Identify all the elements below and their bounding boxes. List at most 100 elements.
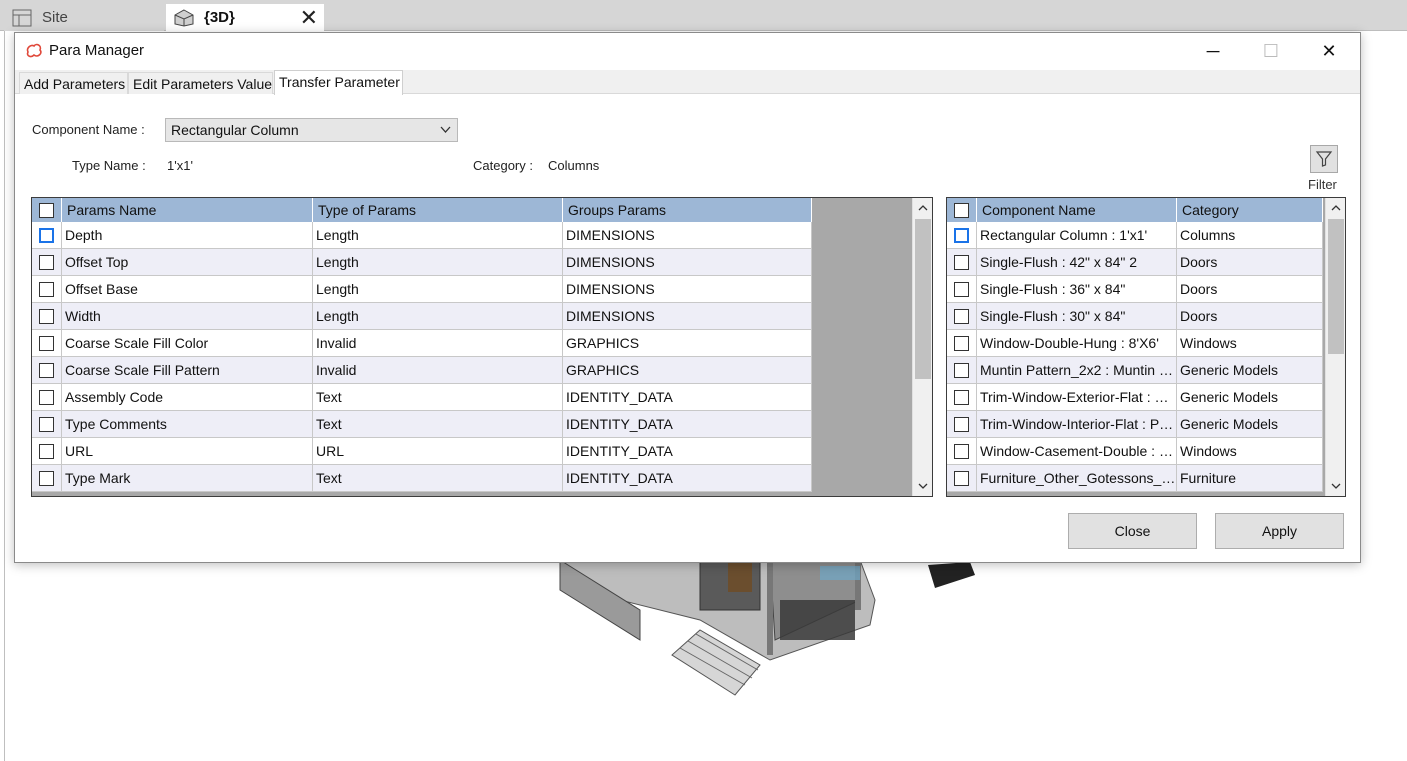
table-row[interactable]: Type Comments Text IDENTITY_DATA xyxy=(32,411,812,438)
close-button[interactable]: Close xyxy=(1068,513,1197,549)
row-checkbox[interactable] xyxy=(39,227,54,243)
category-value: Columns xyxy=(548,158,600,173)
column-header-type-of-params[interactable]: Type of Params xyxy=(313,198,563,222)
table-cell: Text xyxy=(313,411,563,437)
minimize-button[interactable]: ─ xyxy=(1185,35,1241,67)
row-checkbox-cell xyxy=(32,384,62,410)
row-checkbox[interactable] xyxy=(954,389,969,405)
type-name-label: Type Name : xyxy=(72,158,146,173)
table-cell: Type Mark xyxy=(62,465,313,491)
table-cell: Text xyxy=(313,465,563,491)
table-row[interactable]: Muntin Pattern_2x2 : Muntin Patt... Gener… xyxy=(947,357,1323,384)
maximize-button[interactable]: ☐ xyxy=(1243,35,1299,67)
row-checkbox[interactable] xyxy=(39,389,54,405)
column-header-component-name[interactable]: Component Name xyxy=(977,198,1177,222)
row-checkbox-cell xyxy=(947,249,977,275)
row-checkbox-cell xyxy=(947,222,977,248)
column-header-groups-params[interactable]: Groups Params xyxy=(563,198,812,222)
chevron-down-icon xyxy=(440,126,451,133)
components-scroll-thumb[interactable] xyxy=(1328,219,1344,354)
row-checkbox[interactable] xyxy=(954,362,969,378)
table-row[interactable]: Assembly Code Text IDENTITY_DATA xyxy=(32,384,812,411)
row-checkbox[interactable] xyxy=(954,443,969,459)
table-row[interactable]: Trim-Window-Interior-Flat : Pict... Gener… xyxy=(947,411,1323,438)
table-row[interactable]: Window-Casement-Double : 4... Windows xyxy=(947,438,1323,465)
table-cell: Single-Flush : 30" x 84" xyxy=(977,303,1177,329)
dialog-tabstrip: Add Parameters Edit Parameters Value Tra… xyxy=(15,70,1360,95)
row-checkbox[interactable] xyxy=(39,443,54,459)
row-checkbox-cell xyxy=(947,303,977,329)
para-manager-icon xyxy=(25,42,43,60)
dialog-titlebar[interactable]: Para Manager ─ ☐ ✕ xyxy=(15,33,1360,69)
row-checkbox[interactable] xyxy=(39,335,54,351)
tab-edit-parameters-value[interactable]: Edit Parameters Value xyxy=(128,72,273,94)
close-icon[interactable]: ✕ xyxy=(300,5,318,31)
table-row[interactable]: Type Mark Text IDENTITY_DATA xyxy=(32,465,812,492)
close-window-button[interactable]: ✕ xyxy=(1301,35,1357,67)
params-scrollbar[interactable] xyxy=(912,198,932,496)
row-checkbox-cell xyxy=(32,465,62,491)
table-cell: IDENTITY_DATA xyxy=(563,384,812,410)
table-row[interactable]: Rectangular Column : 1'x1' Columns xyxy=(947,222,1323,249)
tab-site[interactable]: Site xyxy=(4,4,164,31)
table-row[interactable]: Coarse Scale Fill Pattern Invalid GRAPHICS xyxy=(32,357,812,384)
row-checkbox[interactable] xyxy=(39,470,54,486)
table-cell: Doors xyxy=(1177,276,1323,302)
table-row[interactable]: Width Length DIMENSIONS xyxy=(32,303,812,330)
scroll-up-icon[interactable] xyxy=(917,202,929,214)
component-name-label: Component Name : xyxy=(32,122,145,137)
row-checkbox[interactable] xyxy=(954,254,969,270)
row-checkbox-cell xyxy=(32,438,62,464)
table-cell: IDENTITY_DATA xyxy=(563,465,812,491)
row-checkbox[interactable] xyxy=(954,335,969,351)
table-row[interactable]: Single-Flush : 30" x 84" Doors xyxy=(947,303,1323,330)
column-header-category[interactable]: Category xyxy=(1177,198,1323,222)
row-checkbox[interactable] xyxy=(954,470,969,486)
scroll-up-icon[interactable] xyxy=(1330,202,1342,214)
table-row[interactable]: Furniture_Other_Gotessons_Pl... Furniture xyxy=(947,465,1323,492)
row-checkbox[interactable] xyxy=(39,308,54,324)
select-all-components-checkbox[interactable] xyxy=(954,202,969,218)
row-checkbox[interactable] xyxy=(954,281,969,297)
category-label: Category : xyxy=(473,158,533,173)
table-cell: Columns xyxy=(1177,222,1323,248)
select-all-params-checkbox[interactable] xyxy=(39,202,54,218)
row-checkbox[interactable] xyxy=(954,227,969,243)
table-cell: Trim-Window-Exterior-Flat : wit... xyxy=(977,384,1177,410)
row-checkbox[interactable] xyxy=(954,416,969,432)
tab-add-parameters[interactable]: Add Parameters xyxy=(19,72,128,94)
table-cell: Single-Flush : 36" x 84" xyxy=(977,276,1177,302)
tab-transfer-parameter[interactable]: Transfer Parameter xyxy=(274,70,403,95)
table-row[interactable]: Coarse Scale Fill Color Invalid GRAPHICS xyxy=(32,330,812,357)
components-scrollbar[interactable] xyxy=(1325,198,1345,496)
filter-button[interactable] xyxy=(1310,145,1338,173)
table-row[interactable]: Single-Flush : 36" x 84" Doors xyxy=(947,276,1323,303)
row-checkbox[interactable] xyxy=(39,416,54,432)
table-cell: DIMENSIONS xyxy=(563,222,812,248)
component-name-select[interactable]: Rectangular Column xyxy=(165,118,458,142)
tab-3d[interactable]: {3D} ✕ xyxy=(166,4,324,31)
table-cell: Length xyxy=(313,303,563,329)
params-scroll-thumb[interactable] xyxy=(915,219,931,379)
row-checkbox[interactable] xyxy=(954,308,969,324)
table-row[interactable]: Offset Base Length DIMENSIONS xyxy=(32,276,812,303)
scroll-down-icon[interactable] xyxy=(917,480,929,492)
table-row[interactable]: Offset Top Length DIMENSIONS xyxy=(32,249,812,276)
table-row[interactable]: Single-Flush : 42" x 84" 2 Doors xyxy=(947,249,1323,276)
row-checkbox[interactable] xyxy=(39,362,54,378)
select-all-components-cell xyxy=(947,198,977,222)
tab-site-label: Site xyxy=(42,9,68,26)
scroll-down-icon[interactable] xyxy=(1330,480,1342,492)
apply-button[interactable]: Apply xyxy=(1215,513,1344,549)
table-row[interactable]: Window-Double-Hung : 8'X6' Windows xyxy=(947,330,1323,357)
row-checkbox-cell xyxy=(947,330,977,356)
column-header-params-name[interactable]: Params Name xyxy=(62,198,313,222)
table-cell: Depth xyxy=(62,222,313,248)
row-checkbox[interactable] xyxy=(39,281,54,297)
table-row[interactable]: Trim-Window-Exterior-Flat : wit... Generi… xyxy=(947,384,1323,411)
table-cell: Muntin Pattern_2x2 : Muntin Patt... xyxy=(977,357,1177,383)
table-row[interactable]: Depth Length DIMENSIONS xyxy=(32,222,812,249)
row-checkbox[interactable] xyxy=(39,254,54,270)
table-cell: Single-Flush : 42" x 84" 2 xyxy=(977,249,1177,275)
table-row[interactable]: URL URL IDENTITY_DATA xyxy=(32,438,812,465)
